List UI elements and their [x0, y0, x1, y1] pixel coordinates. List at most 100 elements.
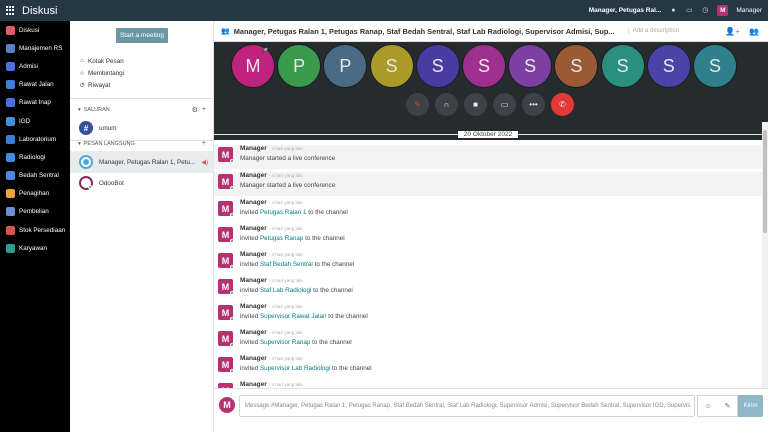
online-status-icon — [230, 291, 234, 295]
message[interactable]: M Manager - 4 hari yang lalu Manager starte… — [214, 145, 762, 169]
direct-messages-header[interactable]: ▾ PESAN LANGSUNG + — [78, 140, 206, 147]
user-avatar[interactable]: M — [717, 5, 729, 16]
dm-item-group[interactable]: Manager, Petugas Ralan 1, Petu... ◀) — [70, 151, 214, 173]
app-menu-item[interactable]: Diskusi — [0, 21, 70, 39]
mentioned-user-link[interactable]: Staf Lab Radiologi — [260, 287, 311, 294]
participant-card[interactable]: M 🎤 — [231, 44, 275, 88]
apps-menu-icon[interactable] — [6, 6, 15, 15]
participant-card[interactable]: S — [369, 44, 414, 88]
message-author[interactable]: Manager - 4 hari yang lalu — [240, 329, 352, 336]
screen-share-button[interactable]: ▭ — [493, 93, 516, 116]
participant-card[interactable]: S — [554, 44, 599, 88]
mentioned-user-link[interactable]: Supervisor Ranap — [260, 339, 310, 346]
dm-item-odoobot[interactable]: OdooBot — [70, 172, 214, 194]
message-scrollbar[interactable] — [762, 122, 768, 388]
message[interactable]: MManager- 4 hari yang lalu — [214, 381, 762, 388]
invite-user-icon[interactable]: 👤+ — [725, 27, 740, 36]
thread-title[interactable]: Manager, Petugas Ralan 1, Petugas Ranap,… — [234, 27, 622, 36]
mentioned-user-link[interactable]: Petugas Ralan 1 — [260, 209, 307, 216]
message[interactable]: M Manager - 4 hari yang lalu invited Superv… — [214, 303, 762, 327]
thread-description-input[interactable]: Add a description — [627, 28, 679, 34]
app-menu-item[interactable]: Rawat Jalan — [0, 76, 70, 94]
participant-card[interactable]: P — [323, 44, 368, 88]
message-text-part: to the channel — [330, 365, 372, 372]
add-dm-icon[interactable]: + — [202, 140, 206, 147]
message-input[interactable]: Message #Manager, Petugas Ralan 1, Petug… — [239, 395, 695, 417]
message[interactable]: M Manager - 4 hari yang lalu invited Petuga… — [214, 199, 762, 223]
message-author[interactable]: Manager - 4 hari yang lalu — [240, 251, 354, 258]
participant-card[interactable]: S — [462, 44, 506, 88]
message-author[interactable]: Manager - 4 hari yang lalu — [240, 172, 335, 179]
message-author[interactable]: Manager - 4 hari yang lalu — [240, 381, 303, 388]
message-author[interactable]: Manager - 4 hari yang lalu — [240, 199, 348, 206]
headphones-button[interactable]: ∩ — [435, 93, 458, 116]
mentioned-user-link[interactable]: Petugas Ranap — [260, 235, 303, 242]
app-icon — [6, 116, 15, 126]
mailbox-starred[interactable]: ☆ Membintangi — [78, 67, 124, 79]
more-options-button[interactable]: ••• — [522, 93, 545, 116]
author-avatar[interactable]: M — [218, 227, 234, 243]
author-avatar[interactable]: M — [218, 357, 234, 373]
app-menu-item[interactable]: Radiologi — [0, 148, 70, 166]
author-avatar[interactable]: M — [218, 201, 234, 217]
message[interactable]: M Manager - 4 hari yang lalu invited Petuga… — [214, 225, 762, 249]
channels-header[interactable]: ▾ SALURAN ⚙ + — [78, 106, 206, 114]
participant-card[interactable]: S — [646, 44, 691, 88]
message-text: invited Supervisor Lab Radiologi to the … — [240, 365, 372, 372]
add-channel-icon[interactable]: + — [202, 106, 206, 114]
app-menu-item[interactable]: Stok Persediaan — [0, 221, 70, 239]
participant-card[interactable]: S — [508, 44, 553, 88]
mailbox-history[interactable]: ↺ Riwayat — [78, 79, 124, 91]
send-button[interactable]: Kirim — [738, 395, 763, 417]
message[interactable]: M Manager - 4 hari yang lalu invited Staf B… — [214, 251, 762, 275]
message[interactable]: M Manager - 4 hari yang lalu invited Superv… — [214, 329, 762, 353]
message[interactable]: M Manager - 4 hari yang lalu Manager starte… — [214, 172, 762, 196]
message-author[interactable]: Manager - 4 hari yang lalu — [240, 303, 368, 310]
message-author[interactable]: Manager - 4 hari yang lalu — [240, 145, 335, 152]
app-menu-item[interactable]: Penagihan — [0, 185, 70, 203]
mailbox-inbox[interactable]: ⌂ Kotak Pesan — [78, 55, 124, 67]
message-author[interactable]: Manager - 4 hari yang lalu — [240, 277, 353, 284]
company-switcher[interactable]: Manager, Petugas Ral... — [589, 7, 662, 14]
chat-icon[interactable]: ▭ — [685, 7, 693, 15]
author-avatar[interactable]: M — [218, 331, 234, 347]
mentioned-user-link[interactable]: Supervisor Rawat Jalan — [260, 313, 327, 320]
gear-icon[interactable]: ⚙ — [192, 106, 198, 114]
author-avatar[interactable]: M — [218, 305, 234, 321]
mentioned-user-link[interactable]: Supervisor Lab Radiologi — [260, 365, 330, 372]
author-avatar[interactable]: M — [218, 279, 234, 295]
author-avatar[interactable]: M — [218, 147, 234, 163]
author-avatar[interactable]: M — [218, 253, 234, 269]
app-menu-item[interactable]: Laboratorium — [0, 130, 70, 148]
app-menu-item[interactable]: Pembelian — [0, 203, 70, 221]
channel-item-umum[interactable]: # umum — [70, 117, 214, 139]
message[interactable]: M Manager - 4 hari yang lalu invited Superv… — [214, 355, 762, 379]
start-meeting-button[interactable]: Start a meeting — [116, 28, 168, 43]
app-menu-item[interactable]: Admisi — [0, 57, 70, 75]
message-author[interactable]: Manager - 4 hari yang lalu — [240, 355, 372, 362]
app-menu-item[interactable]: Bedah Sentral — [0, 167, 70, 185]
app-menu-item[interactable]: Karyawan — [0, 239, 70, 257]
group-icon: 👥 — [221, 28, 230, 35]
participant-card[interactable]: S — [600, 44, 645, 88]
app-menu-item[interactable]: Manajemen RS — [0, 39, 70, 57]
message[interactable]: M Manager - 4 hari yang lalu invited Staf L… — [214, 277, 762, 301]
camera-button[interactable]: ■ — [464, 93, 487, 116]
app-menu-item[interactable]: Rawat Inap — [0, 94, 70, 112]
author-avatar[interactable]: M — [218, 174, 234, 190]
members-icon[interactable]: 👥 — [749, 27, 759, 36]
mute-microphone-button[interactable]: ✎ — [406, 93, 429, 116]
app-menu-item[interactable]: IGD — [0, 112, 70, 130]
scrollbar-thumb[interactable] — [763, 130, 767, 233]
emoji-icon[interactable]: ☺ — [704, 403, 711, 410]
activity-clock-icon[interactable]: ◷ — [701, 7, 709, 15]
participant-card[interactable]: S — [415, 44, 460, 88]
participant-card[interactable]: P — [277, 44, 322, 88]
paperclip-icon[interactable]: ✎ — [725, 402, 731, 410]
microphone-icon[interactable]: ● — [669, 7, 677, 15]
message-author[interactable]: Manager - 4 hari yang lalu — [240, 225, 345, 232]
hang-up-button[interactable]: ✆ — [551, 93, 574, 116]
user-menu[interactable]: Manager — [736, 7, 762, 14]
mentioned-user-link[interactable]: Staf Bedah Sentral — [260, 261, 313, 268]
participant-card[interactable]: S — [693, 44, 737, 88]
